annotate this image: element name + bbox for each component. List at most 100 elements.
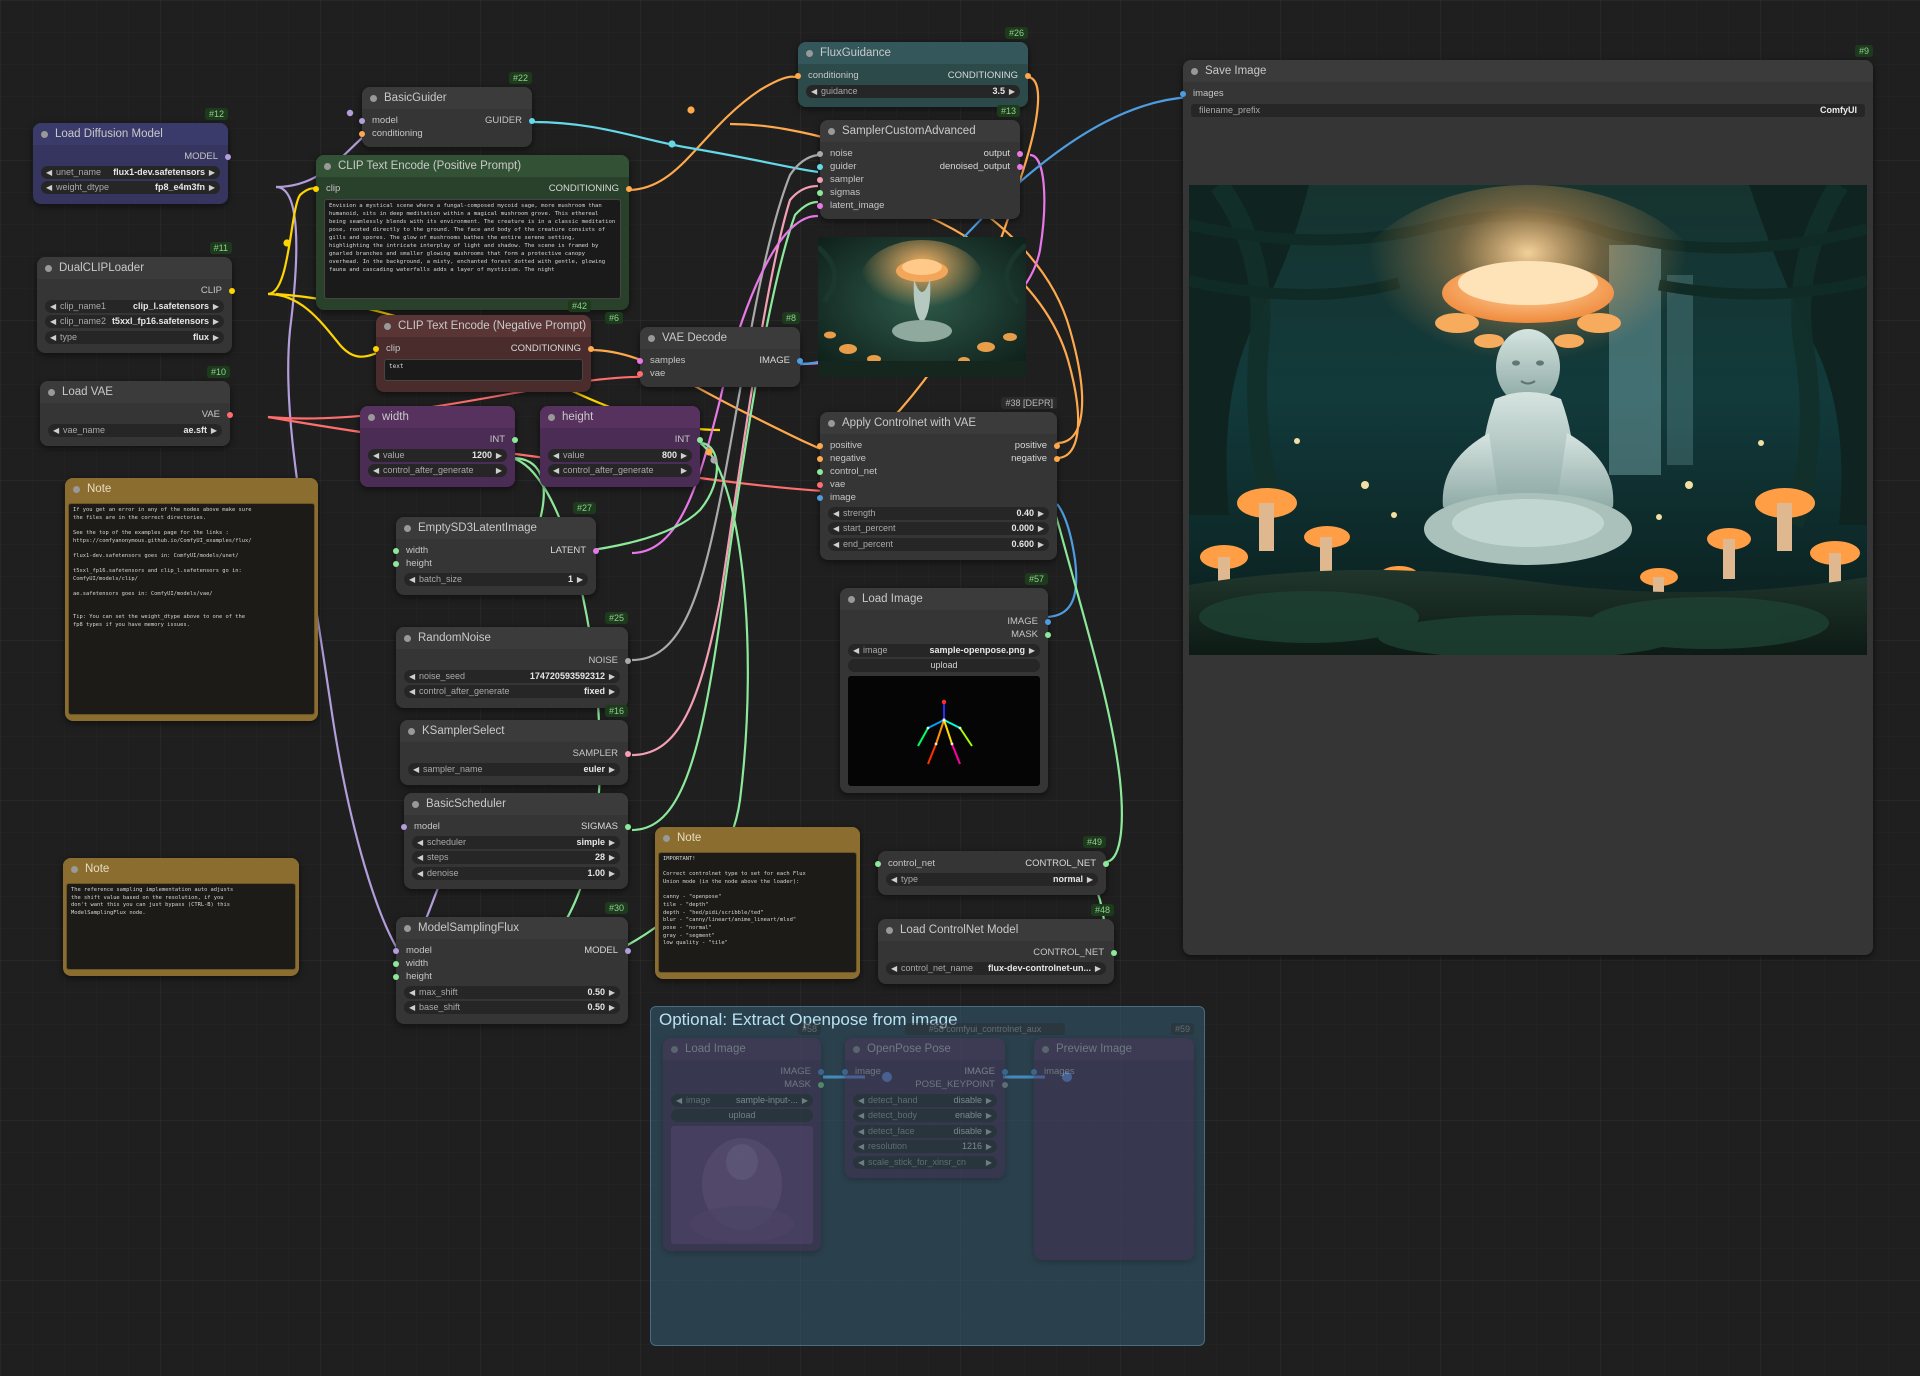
widget-type[interactable]: ◀ type normal ▶ bbox=[886, 872, 1098, 886]
chevron-right-icon[interactable]: ▶ bbox=[986, 1094, 992, 1107]
widget-detect-body[interactable]: ◀ detect_body enable ▶ bbox=[853, 1109, 997, 1122]
collapse-dot-icon[interactable] bbox=[663, 835, 670, 842]
collapse-dot-icon[interactable] bbox=[412, 801, 419, 808]
chevron-left-icon[interactable]: ◀ bbox=[858, 1094, 864, 1107]
node-title[interactable]: CLIP Text Encode (Negative Prompt) bbox=[376, 315, 591, 337]
port-dot-icon[interactable] bbox=[817, 163, 823, 170]
input-slot-positive[interactable]: positive positive bbox=[817, 439, 1060, 452]
chevron-right-icon[interactable]: ▶ bbox=[609, 836, 615, 849]
collapse-dot-icon[interactable] bbox=[370, 95, 377, 102]
port-dot-icon[interactable] bbox=[225, 153, 231, 160]
negative-prompt-textarea[interactable]: text bbox=[384, 359, 583, 381]
node-ksampler-select[interactable]: #16 KSamplerSelect SAMPLER ◀ sampler_name… bbox=[400, 705, 631, 785]
chevron-left-icon[interactable]: ◀ bbox=[46, 181, 52, 194]
widget-strength[interactable]: ◀ strength 0.40 ▶ bbox=[828, 506, 1049, 520]
chevron-left-icon[interactable]: ◀ bbox=[50, 300, 56, 313]
chevron-left-icon[interactable]: ◀ bbox=[853, 644, 859, 657]
node-title[interactable]: width bbox=[360, 406, 515, 428]
node-title[interactable]: BasicGuider bbox=[362, 87, 532, 109]
port-dot-icon[interactable] bbox=[359, 130, 365, 137]
input-slot-vae[interactable]: vae bbox=[637, 367, 800, 380]
widget-scale-stick[interactable]: ◀ scale_stick_for_xinsr_cn ▶ bbox=[853, 1155, 997, 1169]
node-title[interactable]: Load VAE bbox=[40, 381, 230, 403]
input-slot-width[interactable]: width LATENT bbox=[393, 544, 599, 557]
input-slot-negative[interactable]: negative negative bbox=[817, 452, 1060, 465]
chevron-left-icon[interactable]: ◀ bbox=[858, 1109, 864, 1122]
widget-control-after-generate[interactable]: ◀ control_after_generate ▶ bbox=[368, 464, 507, 477]
collapse-dot-icon[interactable] bbox=[404, 635, 411, 642]
chevron-right-icon[interactable]: ▶ bbox=[609, 867, 615, 880]
chevron-left-icon[interactable]: ◀ bbox=[373, 449, 379, 462]
chevron-right-icon[interactable]: ▶ bbox=[609, 763, 615, 776]
port-dot-icon[interactable] bbox=[1045, 631, 1051, 638]
chevron-right-icon[interactable]: ▶ bbox=[213, 300, 219, 313]
port-dot-icon[interactable] bbox=[593, 547, 599, 554]
port-dot-icon[interactable] bbox=[393, 960, 399, 967]
widget-vae-name[interactable]: ◀ vae_name ae.sft ▶ bbox=[48, 423, 222, 437]
widget-base-shift[interactable]: ◀ base_shift 0.50 ▶ bbox=[404, 1001, 620, 1014]
input-slot-samples[interactable]: samples IMAGE bbox=[637, 354, 803, 367]
widget-denoise[interactable]: ◀ denoise 1.00 ▶ bbox=[412, 866, 620, 880]
output-slot-int[interactable]: INT bbox=[360, 433, 518, 446]
chevron-left-icon[interactable]: ◀ bbox=[373, 464, 379, 477]
node-group-load-image[interactable]: #58 Load Image IMAGE MASK ◀ image sample-i… bbox=[663, 1023, 824, 1251]
collapse-dot-icon[interactable] bbox=[828, 420, 835, 427]
chevron-left-icon[interactable]: ◀ bbox=[676, 1094, 682, 1107]
collapse-dot-icon[interactable] bbox=[41, 131, 48, 138]
chevron-right-icon[interactable]: ▶ bbox=[577, 573, 583, 586]
node-set-union-controlnet-type[interactable]: #49 control_net CONTROL_NET ◀ type normal ▶ bbox=[875, 836, 1109, 895]
chevron-right-icon[interactable]: ▶ bbox=[211, 424, 217, 437]
chevron-right-icon[interactable]: ▶ bbox=[1038, 522, 1044, 535]
note-text[interactable]: The reference sampling implementation au… bbox=[66, 883, 296, 970]
chevron-left-icon[interactable]: ◀ bbox=[891, 962, 897, 975]
upload-button[interactable]: upload bbox=[671, 1109, 813, 1122]
port-dot-icon[interactable] bbox=[1002, 1068, 1008, 1075]
collapse-dot-icon[interactable] bbox=[1042, 1046, 1049, 1053]
input-slot-images[interactable]: images bbox=[1180, 87, 1873, 100]
chevron-left-icon[interactable]: ◀ bbox=[858, 1156, 864, 1169]
node-random-noise[interactable]: #25 RandomNoise NOISE ◀ noise_seed 1747205… bbox=[396, 612, 631, 708]
widget-max-shift[interactable]: ◀ max_shift 0.50 ▶ bbox=[404, 985, 620, 999]
port-dot-icon[interactable] bbox=[1054, 442, 1060, 449]
widget-clip-name2[interactable]: ◀ clip_name2 t5xxl_fp16.safetensors ▶ bbox=[45, 315, 224, 328]
port-dot-icon[interactable] bbox=[817, 176, 823, 183]
input-slot-image[interactable]: image IMAGE bbox=[842, 1065, 1008, 1078]
collapse-dot-icon[interactable] bbox=[886, 927, 893, 934]
chevron-right-icon[interactable]: ▶ bbox=[209, 181, 215, 194]
port-dot-icon[interactable] bbox=[529, 117, 535, 124]
node-title[interactable]: RandomNoise bbox=[396, 627, 628, 649]
node-title[interactable]: CLIP Text Encode (Positive Prompt) bbox=[316, 155, 629, 177]
node-title[interactable]: FluxGuidance bbox=[798, 42, 1028, 64]
chevron-right-icon[interactable]: ▶ bbox=[1009, 85, 1015, 98]
collapse-dot-icon[interactable] bbox=[324, 163, 331, 170]
node-width-primitive[interactable]: width INT ◀ value 1200 ▶ ◀ control_after_gen… bbox=[360, 406, 518, 487]
chevron-left-icon[interactable]: ◀ bbox=[409, 573, 415, 586]
input-slot-model[interactable]: model GUIDER bbox=[359, 114, 535, 127]
chevron-left-icon[interactable]: ◀ bbox=[417, 851, 423, 864]
collapse-dot-icon[interactable] bbox=[73, 486, 80, 493]
node-title[interactable]: Note bbox=[655, 827, 860, 849]
collapse-dot-icon[interactable] bbox=[384, 323, 391, 330]
port-dot-icon[interactable] bbox=[1031, 1068, 1037, 1075]
port-dot-icon[interactable] bbox=[625, 947, 631, 954]
chevron-left-icon[interactable]: ◀ bbox=[409, 685, 415, 698]
chevron-right-icon[interactable]: ▶ bbox=[1038, 538, 1044, 551]
chevron-left-icon[interactable]: ◀ bbox=[858, 1125, 864, 1138]
node-title[interactable]: Save Image bbox=[1183, 60, 1873, 82]
note-text[interactable]: If you get an error in any of the nodes … bbox=[68, 503, 315, 715]
port-dot-icon[interactable] bbox=[1025, 72, 1031, 79]
port-dot-icon[interactable] bbox=[229, 287, 235, 294]
port-dot-icon[interactable] bbox=[1054, 455, 1060, 462]
collapse-dot-icon[interactable] bbox=[671, 1046, 678, 1053]
chevron-right-icon[interactable]: ▶ bbox=[802, 1094, 808, 1107]
positive-prompt-textarea[interactable]: Envision a mystical scene where a fungal… bbox=[324, 199, 621, 299]
port-dot-icon[interactable] bbox=[818, 1081, 824, 1088]
port-dot-icon[interactable] bbox=[817, 455, 823, 462]
collapse-dot-icon[interactable] bbox=[806, 50, 813, 57]
port-dot-icon[interactable] bbox=[817, 481, 823, 488]
port-dot-icon[interactable] bbox=[401, 823, 407, 830]
port-dot-icon[interactable] bbox=[1017, 150, 1023, 157]
port-dot-icon[interactable] bbox=[1002, 1081, 1008, 1088]
node-title[interactable]: OpenPose Pose bbox=[845, 1038, 1005, 1060]
port-dot-icon[interactable] bbox=[313, 185, 319, 192]
